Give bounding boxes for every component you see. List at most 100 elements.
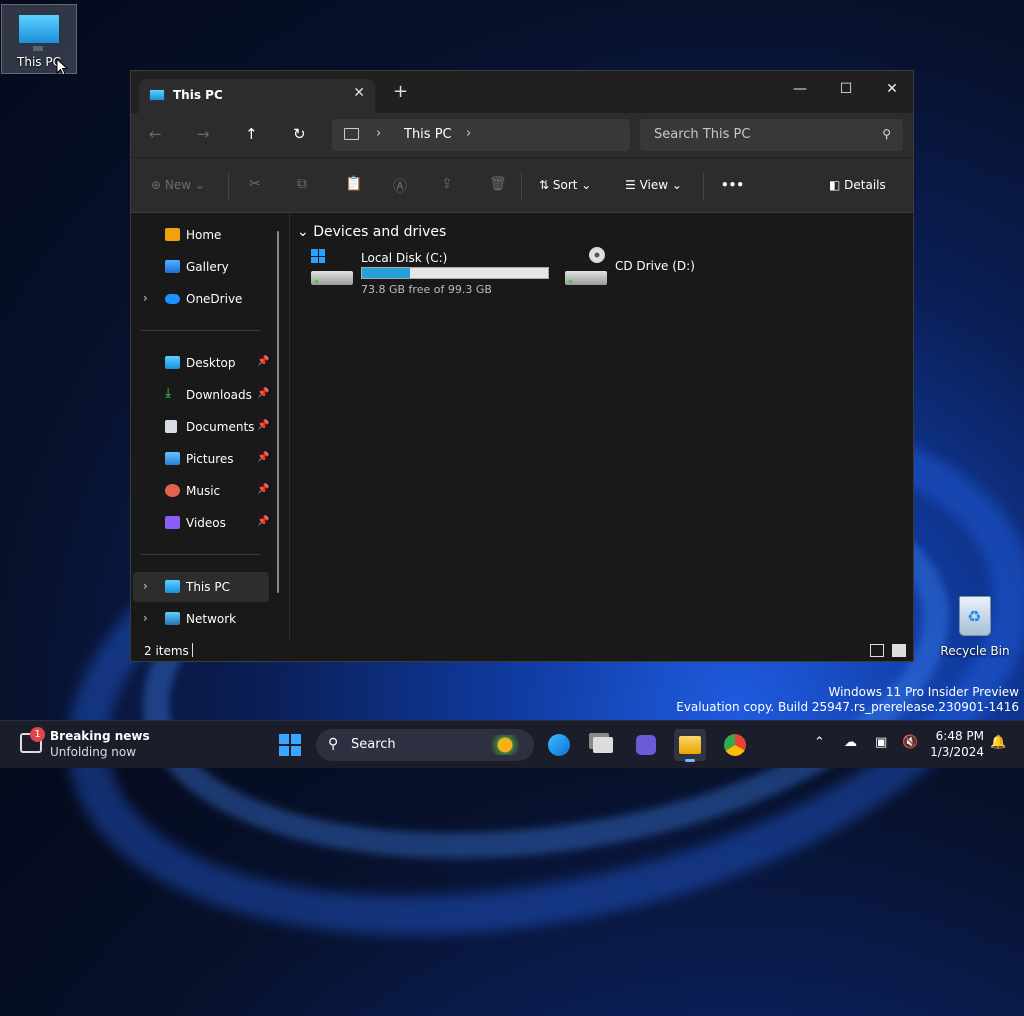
breadcrumb-this-pc[interactable]: This PC bbox=[404, 127, 452, 142]
sidebar-item-label: Home bbox=[186, 228, 222, 242]
sidebar-item-pictures[interactable]: Pictures 📌 bbox=[133, 444, 269, 474]
hard-drive-icon bbox=[311, 271, 353, 285]
paste-icon[interactable]: 📋 bbox=[345, 176, 362, 192]
monitor-icon bbox=[17, 13, 61, 51]
sidebar-item-gallery[interactable]: Gallery bbox=[133, 252, 269, 282]
forward-arrow-icon[interactable]: → bbox=[197, 125, 210, 143]
drive-cd-d[interactable]: CD Drive (D:) bbox=[563, 247, 723, 303]
volume-muted-icon[interactable]: 🔇 bbox=[902, 735, 918, 750]
onedrive-offline-icon[interactable]: ☁ bbox=[844, 735, 857, 750]
close-button[interactable]: ✕ bbox=[869, 75, 913, 103]
cd-disc-icon bbox=[589, 247, 605, 263]
tab-close-icon[interactable]: ✕ bbox=[353, 85, 365, 101]
search-icon: ⚲ bbox=[328, 736, 339, 752]
sidebar-item-label: Desktop bbox=[186, 356, 236, 370]
status-bar: 2 items bbox=[131, 639, 913, 661]
taskbar-edge-icon[interactable] bbox=[543, 729, 575, 761]
desktop-icon bbox=[165, 356, 180, 369]
sidebar-scrollbar[interactable] bbox=[277, 231, 279, 593]
tab-title: This PC bbox=[173, 88, 223, 102]
sidebar-item-this-pc[interactable]: › This PC bbox=[133, 572, 269, 602]
pin-icon[interactable]: 📌 bbox=[257, 356, 269, 367]
chevron-right-icon[interactable]: › bbox=[143, 579, 148, 593]
sidebar-item-label: Network bbox=[186, 612, 237, 626]
details-button[interactable]: ◧ Details bbox=[829, 178, 886, 192]
news-title: Breaking news bbox=[50, 729, 150, 743]
search-highlight-icon bbox=[482, 735, 528, 755]
mouse-cursor bbox=[56, 58, 68, 76]
divider bbox=[703, 172, 704, 200]
video-icon bbox=[165, 516, 180, 529]
pin-icon[interactable]: 📌 bbox=[257, 452, 269, 463]
drive-local-disk-c[interactable]: Local Disk (C:) 73.8 GB free of 99.3 GB bbox=[309, 249, 569, 303]
copy-icon[interactable]: ⧉ bbox=[297, 176, 307, 192]
content-area: ⌄ Devices and drives Local Disk (C:) 73.… bbox=[291, 213, 913, 639]
drive-name: Local Disk (C:) bbox=[361, 251, 448, 265]
more-options-button[interactable]: ••• bbox=[721, 178, 744, 192]
pin-icon[interactable]: 📌 bbox=[257, 484, 269, 495]
view-button[interactable]: ☰ View ⌄ bbox=[625, 178, 682, 192]
sidebar-item-desktop[interactable]: Desktop 📌 bbox=[133, 348, 269, 378]
taskbar-file-explorer-icon[interactable] bbox=[674, 729, 706, 762]
this-pc-icon bbox=[165, 580, 180, 593]
navigation-bar: ← → ↑ ↻ › This PC › Search This PC ⚲ bbox=[131, 113, 913, 157]
desktop-icon-recycle-bin[interactable]: ♻ Recycle Bin bbox=[940, 596, 1010, 658]
sidebar-item-documents[interactable]: Documents 📌 bbox=[133, 412, 269, 442]
pin-icon[interactable]: 📌 bbox=[257, 388, 269, 399]
taskbar-search-label: Search bbox=[351, 737, 396, 752]
divider bbox=[141, 554, 261, 555]
cut-icon[interactable]: ✂ bbox=[249, 176, 261, 192]
network-icon[interactable]: ▣ bbox=[875, 735, 887, 750]
details-view-icon[interactable] bbox=[870, 644, 884, 657]
minimize-button[interactable]: — bbox=[777, 75, 823, 103]
sidebar-item-label: Downloads bbox=[186, 388, 252, 402]
start-button[interactable] bbox=[279, 734, 301, 756]
drive-name: CD Drive (D:) bbox=[615, 259, 695, 273]
this-pc-icon bbox=[149, 89, 165, 101]
desktop-icon-label: Recycle Bin bbox=[940, 644, 1010, 658]
delete-icon[interactable]: 🗑 bbox=[489, 176, 507, 192]
sidebar-item-label: OneDrive bbox=[186, 292, 243, 306]
taskbar-chrome-icon[interactable] bbox=[719, 729, 751, 761]
rename-icon[interactable]: Ⓐ bbox=[393, 176, 407, 196]
share-icon[interactable]: ⇪ bbox=[441, 176, 453, 192]
download-arrow-icon: ⤓ bbox=[165, 385, 172, 401]
taskbar-task-view-icon[interactable] bbox=[587, 729, 619, 761]
chevron-right-icon[interactable]: › bbox=[466, 126, 471, 141]
up-arrow-icon[interactable]: ↑ bbox=[245, 125, 258, 143]
taskbar-teams-icon[interactable] bbox=[630, 729, 662, 761]
tab-this-pc[interactable]: This PC ✕ bbox=[139, 79, 375, 113]
sidebar-item-onedrive[interactable]: › OneDrive bbox=[133, 284, 269, 314]
show-hidden-icons-chevron-icon[interactable]: ⌃ bbox=[814, 735, 825, 750]
sort-button[interactable]: ⇅ Sort ⌄ bbox=[539, 178, 591, 192]
system-clock[interactable]: 6:48 PM 1/3/2024 bbox=[928, 728, 984, 760]
sidebar-item-videos[interactable]: Videos 📌 bbox=[133, 508, 269, 538]
divider bbox=[228, 172, 229, 200]
address-bar[interactable]: › This PC › bbox=[332, 119, 630, 151]
back-arrow-icon[interactable]: ← bbox=[149, 125, 162, 143]
taskbar-search-box[interactable]: ⚲ Search bbox=[316, 729, 534, 761]
new-button[interactable]: ⊕ New ⌄ bbox=[151, 178, 205, 192]
notification-badge: 1 bbox=[30, 727, 45, 742]
notification-bell-icon[interactable]: 🔔 bbox=[990, 735, 1006, 750]
pin-icon[interactable]: 📌 bbox=[257, 516, 269, 527]
sidebar-item-network[interactable]: › Network bbox=[133, 604, 269, 634]
sidebar-item-downloads[interactable]: ⤓ Downloads 📌 bbox=[133, 380, 269, 410]
large-icons-view-icon[interactable] bbox=[892, 644, 906, 657]
sidebar-item-label: Documents bbox=[186, 420, 255, 434]
gallery-icon bbox=[165, 260, 180, 273]
navigation-pane: Home Gallery › OneDrive Desktop 📌 ⤓ Down… bbox=[131, 213, 289, 639]
chevron-right-icon[interactable]: › bbox=[376, 126, 381, 141]
refresh-icon[interactable]: ↻ bbox=[293, 125, 306, 143]
sidebar-item-home[interactable]: Home bbox=[133, 220, 269, 250]
sidebar-item-label: This PC bbox=[186, 580, 230, 594]
chevron-right-icon[interactable]: › bbox=[143, 611, 148, 625]
new-tab-icon[interactable]: + bbox=[393, 83, 408, 101]
chevron-right-icon[interactable]: › bbox=[143, 291, 148, 305]
sidebar-item-music[interactable]: Music 📌 bbox=[133, 476, 269, 506]
pane-divider[interactable] bbox=[289, 213, 290, 639]
group-header-devices[interactable]: ⌄ Devices and drives bbox=[297, 224, 446, 240]
maximize-button[interactable]: ☐ bbox=[823, 75, 869, 103]
search-input[interactable]: Search This PC ⚲ bbox=[640, 119, 903, 151]
pin-icon[interactable]: 📌 bbox=[257, 420, 269, 431]
